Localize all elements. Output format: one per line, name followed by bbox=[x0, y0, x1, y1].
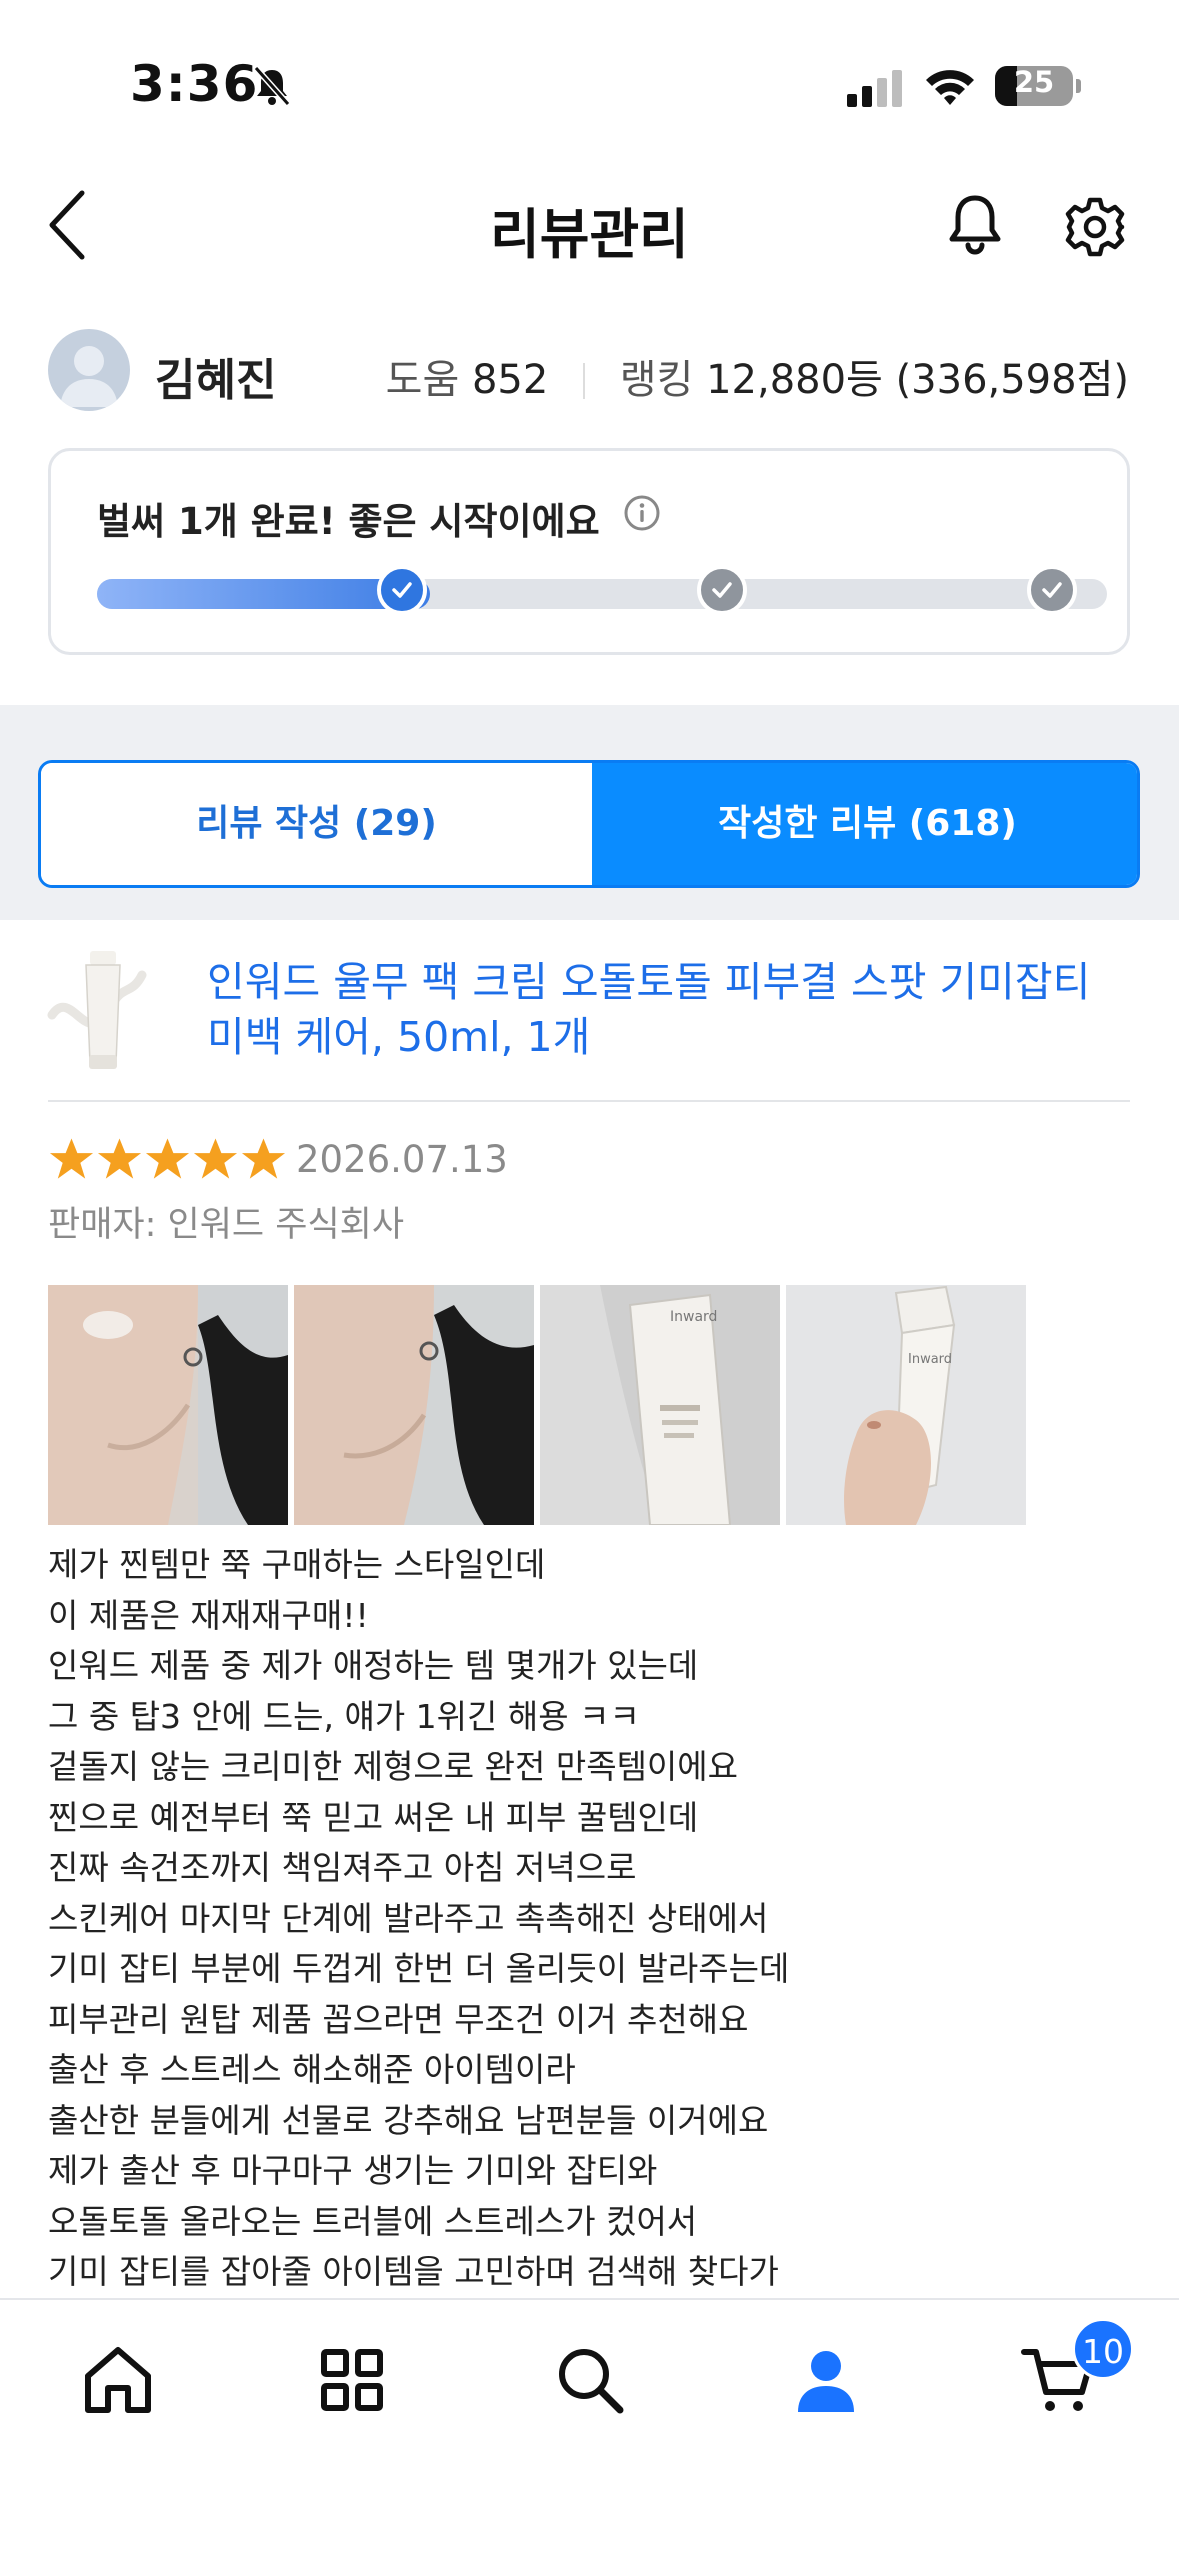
review-line: 제가 찐템만 쭉 구매하는 스타일인데 bbox=[48, 1545, 546, 1584]
review-photo-4[interactable]: Inward bbox=[786, 1285, 1026, 1525]
progress-step-1-check-icon bbox=[377, 565, 427, 615]
search-icon[interactable] bbox=[550, 2340, 630, 2420]
bottom-navigation bbox=[0, 2298, 1179, 2556]
star-icon bbox=[241, 1138, 286, 1179]
star-icon bbox=[49, 1138, 94, 1179]
review-line: 출산 후 스트레스 해소해준 아이템이라 bbox=[48, 2050, 576, 2089]
category-icon[interactable] bbox=[312, 2340, 392, 2420]
star-icon bbox=[97, 1138, 142, 1179]
product-divider bbox=[48, 1100, 1130, 1102]
status-time: 3:36 bbox=[130, 55, 259, 113]
review-line: 제가 출산 후 마구마구 생기는 기미와 잡티와 bbox=[48, 2151, 658, 2190]
review-body: 제가 찐템만 쭉 구매하는 스타일인데이 제품은 재재재구매!! 인워드 제품 중… bbox=[48, 1540, 1138, 2298]
review-line: 이 제품은 재재재구매!! bbox=[48, 1595, 369, 1635]
profile-name: 김혜진 bbox=[155, 355, 277, 406]
review-tabs: 리뷰 작성 (29) 작성한 리뷰 (618) bbox=[38, 760, 1140, 888]
review-date: 2026.07.13 bbox=[296, 1138, 508, 1181]
ranking-value: 12,880등 (336,598점) bbox=[706, 357, 1129, 403]
review-line: 겉돌지 않는 크리미한 제형으로 완전 만족템이에요 bbox=[48, 1747, 739, 1786]
mypage-icon[interactable] bbox=[786, 2340, 866, 2420]
wifi-icon bbox=[926, 70, 974, 105]
review-line: 피부관리 원탑 제품 꼽으라면 무조건 이거 추천해요 bbox=[48, 1999, 749, 2039]
stats-divider bbox=[583, 363, 586, 399]
photo-brand-text: Inward bbox=[670, 1309, 717, 1325]
tab-written-reviews[interactable]: 작성한 리뷰 (618) bbox=[592, 763, 1137, 885]
photo-brand-text-2: Inward bbox=[908, 1352, 952, 1367]
help-count: 852 bbox=[471, 357, 549, 403]
battery-indicator: 25 bbox=[995, 62, 1081, 110]
avatar[interactable] bbox=[48, 329, 130, 411]
review-line: 기미 잡티 부분에 두껍게 한번 더 올리듯이 발라주는데 bbox=[48, 1949, 790, 1988]
info-icon[interactable] bbox=[623, 494, 661, 532]
status-bar: 3:36 25 bbox=[0, 0, 1179, 150]
home-icon[interactable] bbox=[78, 2340, 158, 2420]
review-line: 스킨케어 마지막 단계에 발라주고 촉촉해진 상태에서 bbox=[48, 1898, 769, 1938]
review-photo-1[interactable] bbox=[48, 1285, 288, 1525]
review-line: 인워드 제품 중 제가 애정하는 템 몇개가 있는데 bbox=[48, 1646, 699, 1685]
rating-stars bbox=[48, 1136, 288, 1186]
review-line: 찐으로 예전부터 쭉 믿고 써온 내 피부 꿀템인데 bbox=[48, 1797, 699, 1837]
top-header: 리뷰관리 bbox=[0, 160, 1179, 290]
review-photo-3[interactable]: Inward bbox=[540, 1285, 780, 1525]
notification-bell-icon[interactable] bbox=[944, 192, 1006, 258]
product-thumbnail[interactable] bbox=[42, 945, 162, 1075]
progress-step-3-check-icon bbox=[1027, 565, 1077, 615]
cellular-signal-icon bbox=[847, 70, 902, 107]
settings-gear-icon[interactable] bbox=[1064, 196, 1126, 258]
review-line: 그 중 탑3 안에 드는, 얘가 1위긴 해용 ㅋㅋ bbox=[48, 1696, 640, 1736]
star-icon bbox=[193, 1138, 238, 1179]
seller-name: 판매자: 인워드 주식회사 bbox=[48, 1205, 405, 1245]
tab-write-review[interactable]: 리뷰 작성 (29) bbox=[41, 763, 592, 885]
review-progress-card: 벌써 1개 완료! 좋은 시작이에요 bbox=[48, 448, 1130, 655]
product-title-link[interactable]: 인워드 율무 팩 크림 오돌토돌 피부결 스팟 기미잡티 미백 케어, 50ml… bbox=[207, 955, 1137, 1065]
profile-summary: 김혜진 도움 852 랭킹 12,880등 (336,598점) bbox=[0, 320, 1179, 420]
ranking-label: 랭킹 bbox=[619, 357, 694, 403]
review-line: 기미 잡티를 잡아줄 아이템을 고민하며 검색해 찾다가 bbox=[48, 2252, 779, 2291]
battery-level: 25 bbox=[1013, 65, 1055, 99]
review-line: 출산한 분들에게 선물로 강추해요 남편분들 이거에요 bbox=[48, 2100, 769, 2140]
cart-count-badge: 10 bbox=[1072, 2318, 1134, 2380]
review-line: 오돌토돌 올라오는 트러블에 스트레스가 컸어서 bbox=[48, 2201, 698, 2241]
progress-track bbox=[97, 579, 1107, 609]
review-line: 진짜 속건조까지 책임져주고 아침 저녁으로 bbox=[48, 1848, 637, 1887]
bell-muted-icon bbox=[253, 66, 291, 106]
profile-stats: 도움 852 랭킹 12,880등 (336,598점) bbox=[386, 347, 1129, 405]
star-icon bbox=[145, 1138, 190, 1179]
progress-step-2-check-icon bbox=[697, 565, 747, 615]
review-photo-2[interactable] bbox=[294, 1285, 534, 1525]
progress-title: 벌써 1개 완료! 좋은 시작이에요 bbox=[97, 500, 600, 543]
help-label: 도움 bbox=[385, 357, 460, 403]
